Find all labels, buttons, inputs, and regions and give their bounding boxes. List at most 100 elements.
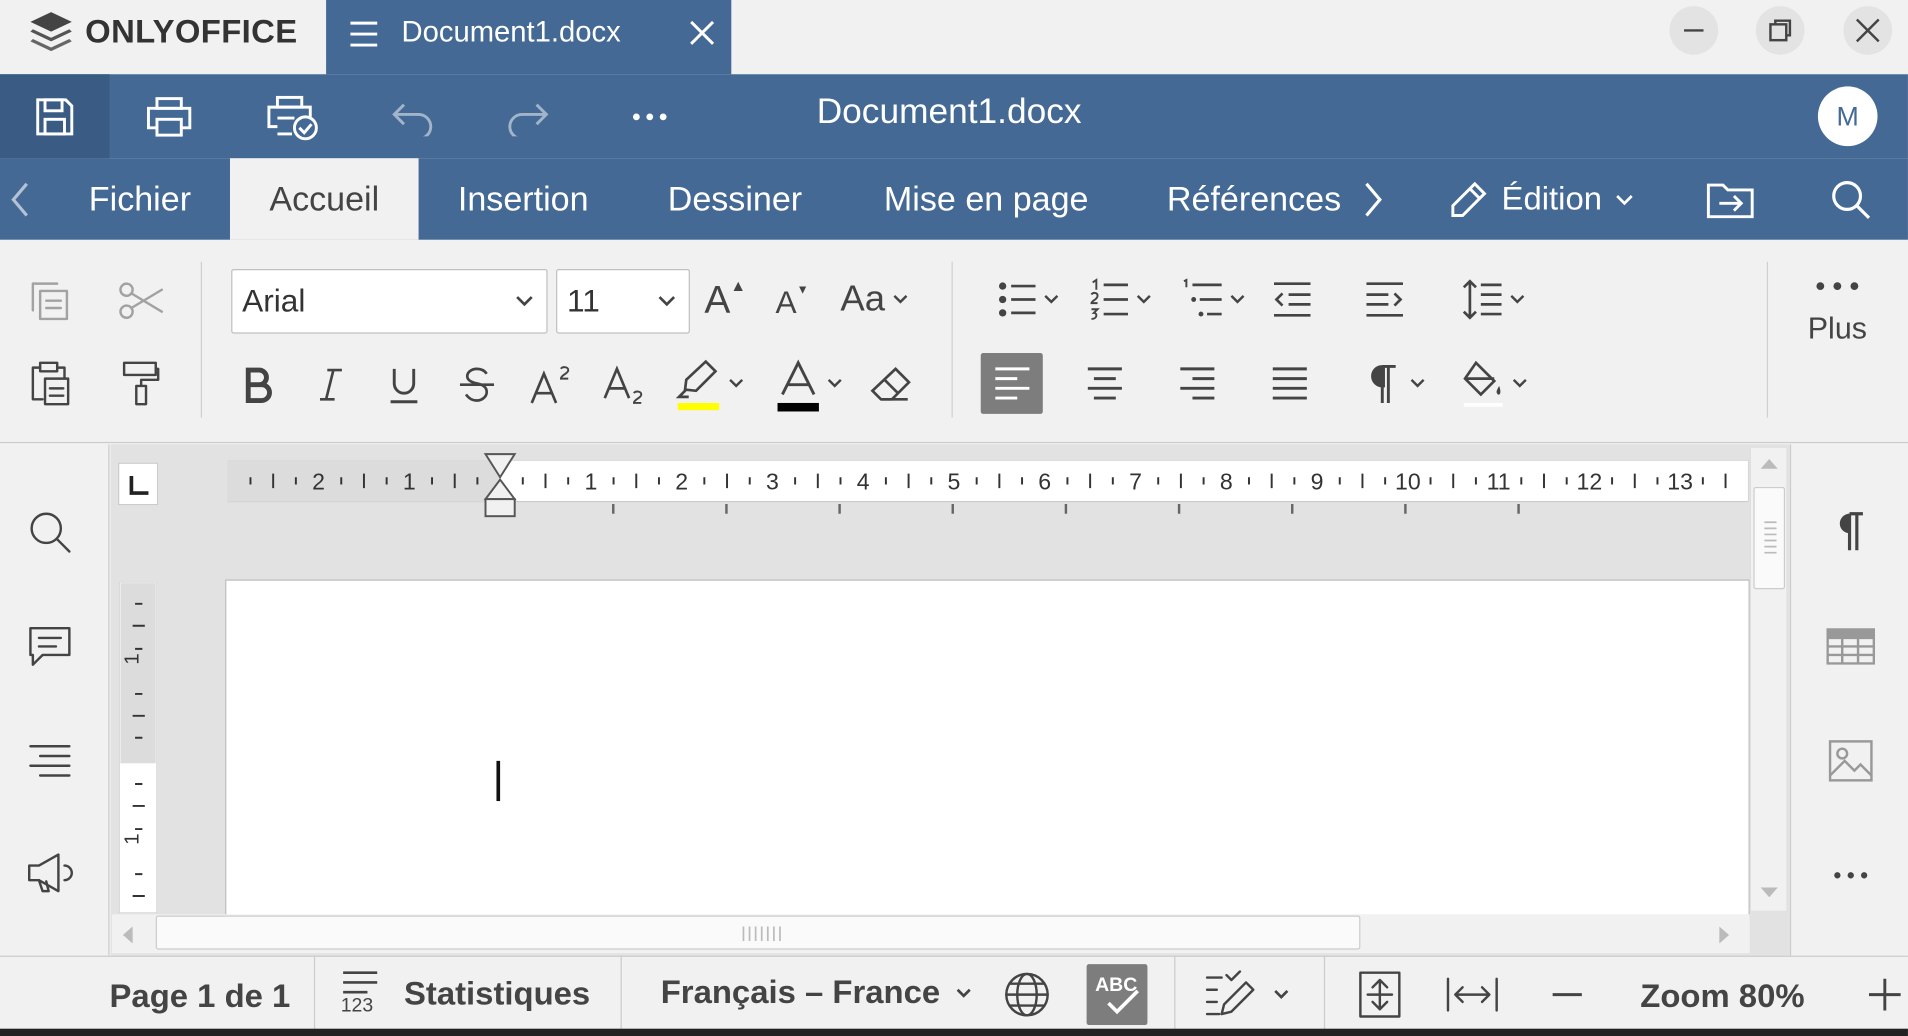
paste-icon [31, 361, 70, 406]
sidebar-search-button[interactable] [22, 504, 78, 560]
image-settings-button[interactable] [1823, 733, 1879, 789]
statistics-button[interactable]: 123 Statistiques [341, 968, 591, 1019]
vertical-scroll-thumb[interactable] [1753, 486, 1786, 590]
clear-format-button[interactable] [866, 358, 915, 412]
page-counter[interactable]: Page 1 de 1 [110, 978, 291, 1016]
mode-selector[interactable]: Édition [1448, 158, 1634, 240]
tabs-scroll-left[interactable] [0, 158, 41, 240]
bold-button[interactable] [234, 358, 283, 412]
numbered-list-button[interactable] [1081, 273, 1161, 327]
align-right-button[interactable] [1168, 353, 1226, 414]
search-icon [1832, 180, 1871, 219]
increase-font-button[interactable]: A ▲ [701, 273, 750, 327]
tab-insertion[interactable]: Insertion [419, 158, 628, 240]
multilevel-list-button[interactable] [1173, 273, 1253, 327]
font-size-select[interactable]: 11 [556, 269, 690, 334]
bullet-list-button[interactable] [988, 273, 1068, 327]
minimize-button[interactable] [1669, 6, 1719, 55]
menu-icon[interactable] [348, 19, 380, 48]
track-changes-button[interactable] [1205, 970, 1290, 1019]
tab-accueil[interactable]: Accueil [229, 158, 419, 240]
underline-button[interactable] [380, 358, 429, 412]
align-center-button[interactable] [1076, 353, 1134, 414]
tabs-scroll-right[interactable] [1353, 158, 1392, 240]
subscript-button[interactable] [599, 358, 648, 412]
plus-icon [1869, 978, 1901, 1011]
close-icon [1855, 18, 1880, 43]
decrease-indent-button[interactable] [1265, 273, 1319, 327]
spellcheck-button[interactable]: ABC [1086, 964, 1148, 1026]
app-logo: ONLYOFFICE [27, 7, 298, 56]
statistics-label: Statistiques [403, 974, 591, 1012]
justify-icon [1272, 367, 1307, 400]
increase-indent-button[interactable] [1358, 273, 1412, 327]
copy-button[interactable] [24, 275, 75, 326]
horizontal-scroll-thumb[interactable] [155, 915, 1361, 950]
more-toolbar-button[interactable]: Plus [1798, 280, 1876, 397]
svg-text:1: 1 [121, 653, 144, 665]
text-cursor [496, 760, 501, 802]
scroll-down-icon[interactable] [1757, 884, 1781, 901]
quick-print-button[interactable] [256, 74, 327, 158]
tab-stop-selector[interactable] [118, 462, 159, 506]
sidebar-navigation-button[interactable] [22, 733, 78, 789]
indent-marker[interactable] [483, 453, 517, 519]
line-spacing-button[interactable] [1450, 270, 1535, 328]
more-settings-button[interactable] [1823, 847, 1879, 903]
horizontal-scrollbar[interactable] [111, 914, 1750, 954]
restore-button[interactable] [1755, 6, 1805, 55]
save-button[interactable] [0, 74, 110, 159]
change-case-button[interactable]: Aa [832, 273, 917, 327]
format-painter-icon [122, 361, 160, 406]
vertical-scrollbar[interactable] [1749, 448, 1787, 911]
tab-fichier[interactable]: Fichier [50, 158, 230, 240]
fit-page-button[interactable] [1353, 968, 1407, 1022]
language-select[interactable]: Français – France [661, 974, 972, 1012]
scroll-up-icon[interactable] [1757, 455, 1781, 472]
user-avatar[interactable]: M [1817, 86, 1878, 147]
shading-button[interactable] [1450, 353, 1538, 414]
paste-button[interactable] [24, 358, 75, 409]
font-color-button[interactable] [767, 353, 852, 414]
document-tab[interactable]: Document1.docx [326, 0, 732, 75]
sidebar-comments-button[interactable] [22, 618, 78, 674]
grip-icon [742, 926, 781, 942]
superscript-button[interactable] [526, 358, 575, 412]
numbered-list-icon [1090, 278, 1128, 320]
close-window-button[interactable] [1843, 6, 1893, 55]
minus-icon [1552, 993, 1582, 997]
zoom-in-button[interactable] [1862, 968, 1908, 1022]
table-settings-button[interactable] [1823, 618, 1879, 674]
sidebar-feedback-button[interactable] [22, 845, 78, 901]
strikethrough-button[interactable] [453, 358, 502, 412]
paragraph-settings-button[interactable] [1823, 504, 1879, 560]
redo-button[interactable] [493, 74, 564, 158]
justify-button[interactable] [1261, 353, 1319, 414]
zoom-out-button[interactable] [1545, 968, 1589, 1022]
decrease-font-button[interactable]: A ▼ [769, 275, 815, 329]
scroll-left-icon[interactable] [119, 924, 136, 946]
scroll-right-icon[interactable] [1716, 924, 1733, 946]
redo-icon [508, 103, 549, 136]
align-left-button[interactable] [980, 353, 1043, 414]
close-tab-icon[interactable] [687, 18, 716, 47]
open-location-button[interactable] [1704, 158, 1758, 240]
tab-dessiner[interactable]: Dessiner [628, 158, 842, 240]
cut-button[interactable] [114, 275, 168, 326]
tab-references[interactable]: Références [1130, 158, 1343, 240]
undo-button[interactable] [377, 74, 448, 158]
search-button[interactable] [1825, 158, 1876, 240]
save-icon [36, 97, 74, 135]
font-family-select[interactable]: Arial [231, 269, 548, 334]
fit-width-button[interactable] [1443, 968, 1501, 1022]
tab-mise-en-page[interactable]: Mise en page [842, 158, 1130, 240]
doc-language-button[interactable] [1000, 968, 1054, 1022]
print-button[interactable] [134, 74, 205, 158]
format-painter-button[interactable] [114, 358, 168, 409]
nonprinting-chars-button[interactable] [1353, 353, 1441, 414]
zoom-level[interactable]: Zoom 80% [1640, 978, 1804, 1016]
italic-button[interactable] [307, 358, 356, 412]
more-header-button[interactable] [614, 74, 685, 158]
document-page[interactable] [225, 579, 1750, 921]
highlight-color-button[interactable] [667, 353, 752, 414]
